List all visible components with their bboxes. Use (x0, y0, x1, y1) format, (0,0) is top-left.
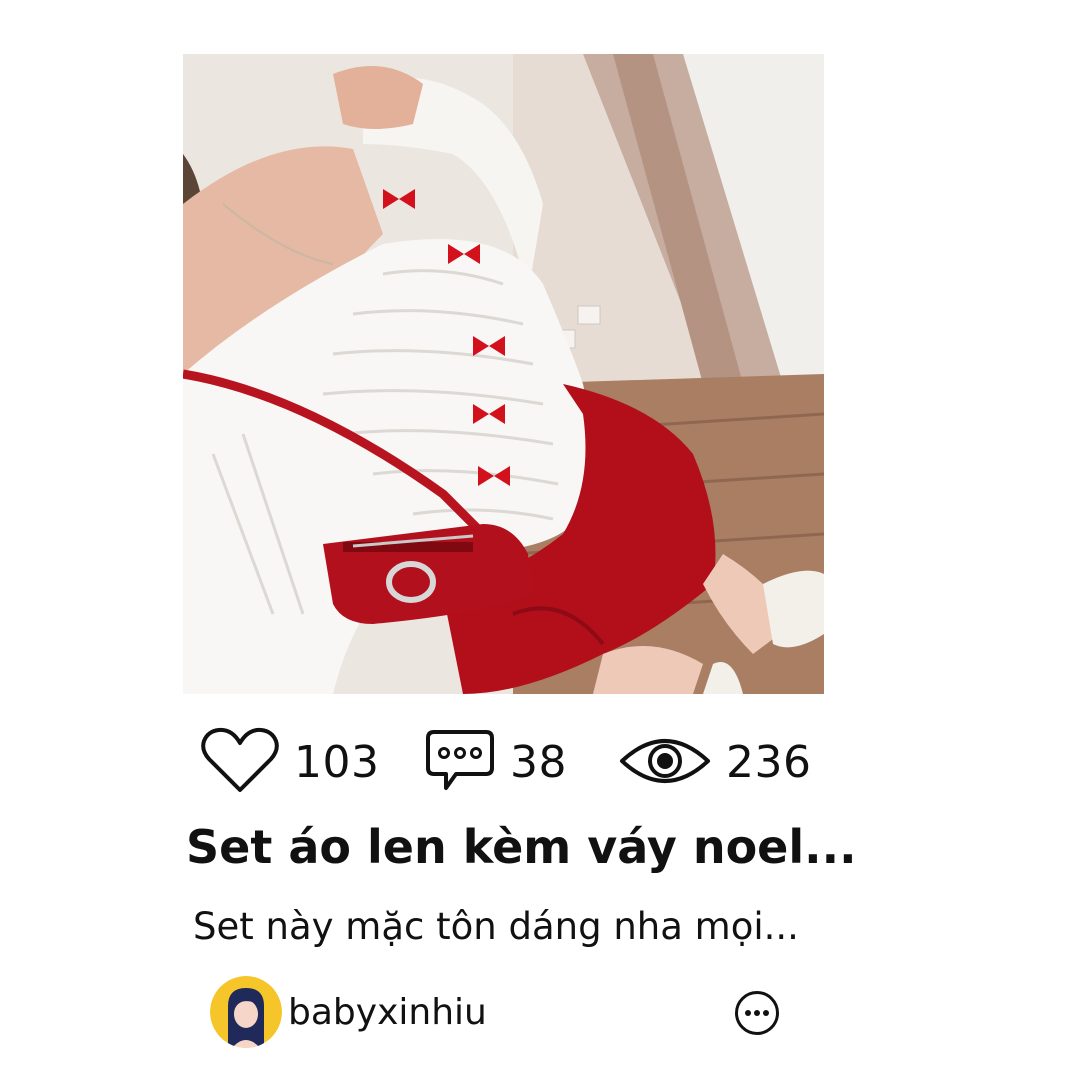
post-card[interactable]: 103 38 236 Set áo len kèm váy noel... Se… (0, 0, 1080, 1080)
like-count: 103 (294, 737, 380, 788)
like-stat[interactable]: 103 (200, 726, 380, 800)
comment-icon[interactable] (424, 728, 496, 798)
view-stat: 236 (618, 728, 811, 798)
post-description: Set này mặc tôn dáng nha mọi... (193, 905, 799, 948)
comment-count: 38 (510, 737, 567, 788)
eye-icon (618, 733, 712, 793)
heart-icon[interactable] (200, 726, 280, 800)
author-row[interactable]: babyxinhiu (210, 976, 487, 1048)
more-options-button[interactable] (734, 990, 780, 1036)
author-username[interactable]: babyxinhiu (288, 992, 487, 1033)
post-photo[interactable] (183, 54, 824, 694)
view-count: 236 (726, 737, 812, 788)
avatar-illustration (210, 976, 282, 1048)
avatar[interactable] (210, 976, 282, 1048)
comment-stat[interactable]: 38 (424, 728, 567, 798)
post-title[interactable]: Set áo len kèm váy noel... (186, 820, 857, 874)
post-photo-image (183, 54, 824, 694)
more-icon[interactable] (734, 990, 780, 1036)
